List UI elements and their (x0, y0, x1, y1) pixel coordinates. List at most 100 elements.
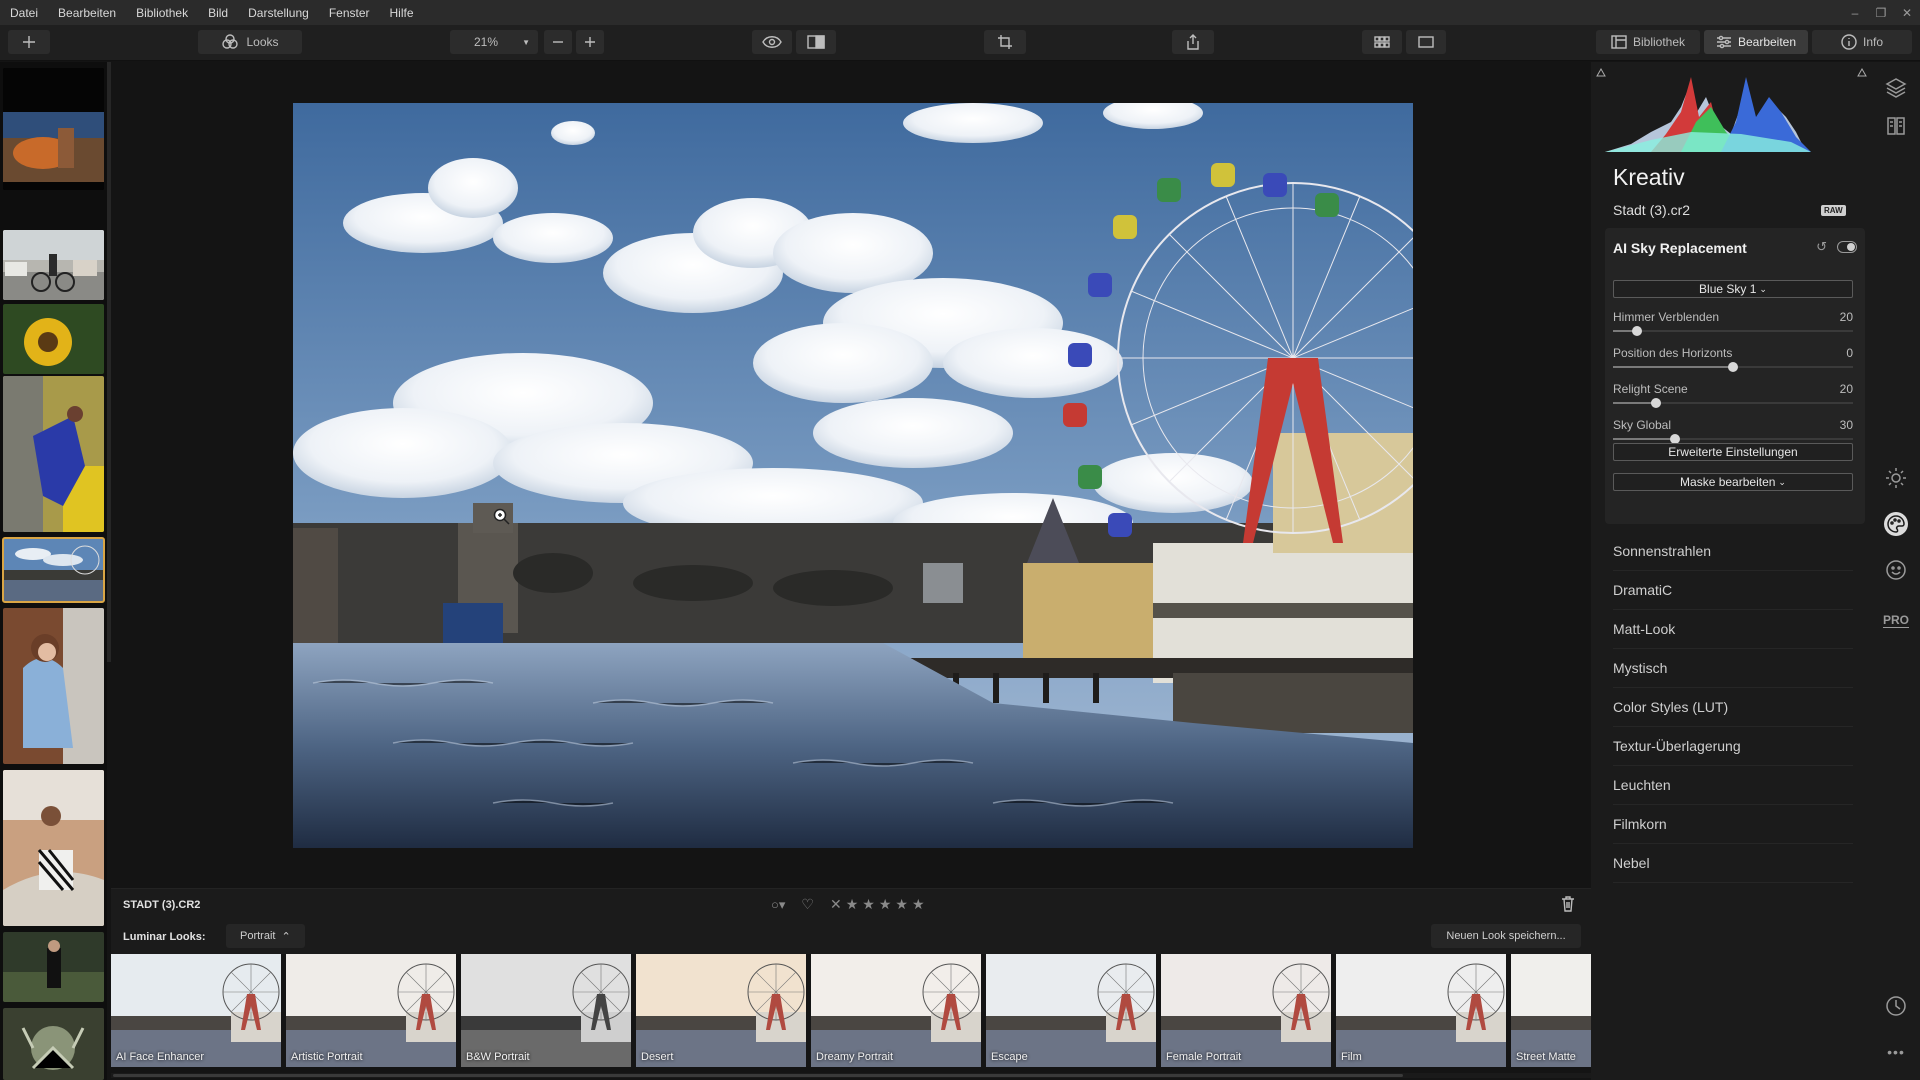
filmstrip-thumb[interactable] (3, 304, 104, 374)
look-preset-7[interactable]: Film (1336, 954, 1506, 1067)
look-preset-5[interactable]: Escape (986, 954, 1156, 1067)
zoom-in-button[interactable] (576, 30, 604, 54)
slider-0[interactable]: Himmer Verblenden 20 (1613, 310, 1853, 340)
sky-tool-header[interactable]: AI Sky Replacement (1613, 240, 1747, 256)
pro-tools-icon[interactable]: PRO (1883, 608, 1910, 632)
compare-button[interactable] (796, 30, 836, 54)
tab-bibliothek-label: Bibliothek (1632, 35, 1686, 49)
slider-2[interactable]: Relight Scene 20 (1613, 382, 1853, 412)
main-photo[interactable] (293, 103, 1413, 848)
highlight-clip-icon (1857, 67, 1867, 77)
canvas-tools-icon[interactable] (1884, 114, 1908, 138)
favorite-heart-icon[interactable]: ♡ (801, 896, 814, 913)
tab-info[interactable]: Info (1812, 30, 1912, 54)
tab-bibliothek[interactable]: Bibliothek (1596, 30, 1700, 54)
looks-button[interactable]: Looks (198, 30, 302, 54)
slider-value: 20 (1839, 382, 1853, 396)
essentials-sun-icon[interactable] (1884, 466, 1908, 490)
sky-selection-dropdown[interactable]: Blue Sky 1 ⌄ (1613, 280, 1853, 298)
pro-label: PRO (1883, 612, 1910, 628)
advanced-settings-button[interactable]: Erweiterte Einstellungen (1613, 443, 1853, 461)
zoom-out-button[interactable] (544, 30, 572, 54)
edit-mask-button[interactable]: Maske bearbeiten ⌄ (1613, 473, 1853, 491)
tool-category-item[interactable]: Textur-Überlagerung (1613, 727, 1853, 766)
look-preset-4[interactable]: Dreamy Portrait (811, 954, 981, 1067)
portrait-face-icon[interactable] (1884, 558, 1908, 582)
menu-hilfe[interactable]: Hilfe (380, 6, 424, 20)
tool-category-item[interactable]: Sonnenstrahlen (1613, 532, 1853, 571)
more-options-icon[interactable]: ••• (1884, 1040, 1908, 1064)
color-label-icon[interactable]: ○▾ (771, 897, 785, 913)
star-4-icon[interactable]: ★ (895, 896, 908, 913)
filmstrip-thumb[interactable] (3, 68, 104, 190)
filmstrip (0, 62, 107, 1080)
slider-label: Relight Scene (1613, 382, 1688, 396)
filmstrip-thumb[interactable] (3, 1008, 104, 1080)
menu-datei[interactable]: Datei (0, 6, 48, 20)
edit-panel: Kreativ Stadt (3).cr2 RAW AI Sky Replace… (1591, 62, 1872, 1080)
slider-handle[interactable] (1632, 326, 1642, 336)
menu-bild[interactable]: Bild (198, 6, 238, 20)
undo-icon[interactable]: ↺ (1816, 239, 1827, 255)
menu-bearbeiten[interactable]: Bearbeiten (48, 6, 126, 20)
restore-icon[interactable]: ❐ (1868, 6, 1894, 20)
trash-icon[interactable] (1561, 896, 1575, 917)
look-preset-name: Film (1341, 1051, 1362, 1063)
filmstrip-thumb[interactable] (3, 376, 104, 532)
slider-handle[interactable] (1651, 398, 1662, 408)
tool-category-item[interactable]: Matt-Look (1613, 610, 1853, 649)
look-preset-3[interactable]: Desert (636, 954, 806, 1067)
tool-category-item[interactable]: DramatiC (1613, 571, 1853, 610)
zoom-select[interactable]: 21% ▼ (450, 30, 538, 54)
filmstrip-thumb[interactable] (3, 770, 104, 926)
menu-bar: Datei Bearbeiten Bibliothek Bild Darstel… (0, 0, 1920, 25)
sky-tool-actions: ↺ (1816, 239, 1857, 255)
star-3-icon[interactable]: ★ (879, 896, 892, 913)
look-preset-0[interactable]: AI Face Enhancer (111, 954, 281, 1067)
look-preset-2[interactable]: B&W Portrait (461, 954, 631, 1067)
slider-handle[interactable] (1728, 362, 1738, 372)
filmstrip-thumb[interactable] (3, 230, 104, 300)
grid-view-button[interactable] (1362, 30, 1402, 54)
looks-category-select[interactable]: Portrait ⌃ (226, 924, 305, 948)
creative-palette-icon[interactable] (1884, 512, 1908, 536)
share-button[interactable] (1172, 30, 1214, 54)
tool-category-item[interactable]: Nebel (1613, 844, 1853, 883)
save-look-button[interactable]: Neuen Look speichern... (1431, 924, 1581, 948)
layers-icon[interactable] (1884, 76, 1908, 100)
slider-track[interactable] (1613, 330, 1853, 332)
split-view-icon (807, 35, 825, 49)
tool-category-item[interactable]: Color Styles (LUT) (1613, 688, 1853, 727)
thumb-image (3, 538, 104, 602)
preview-toggle-button[interactable] (752, 30, 792, 54)
history-clock-icon[interactable] (1884, 994, 1908, 1018)
star-5-icon[interactable]: ★ (912, 896, 925, 913)
slider-1[interactable]: Position des Horizonts 0 (1613, 346, 1853, 376)
menu-bibliothek[interactable]: Bibliothek (126, 6, 198, 20)
filmstrip-thumb[interactable] (3, 608, 104, 764)
looks-scrollbar[interactable] (111, 1073, 1591, 1078)
look-preset-1[interactable]: Artistic Portrait (286, 954, 456, 1067)
filmstrip-thumb[interactable] (3, 932, 104, 1002)
image-canvas[interactable] (111, 62, 1591, 888)
add-photos-button[interactable] (8, 30, 50, 54)
close-icon[interactable]: ✕ (1894, 6, 1920, 20)
visibility-toggle-icon[interactable] (1837, 241, 1857, 253)
tool-category-item[interactable]: Filmkorn (1613, 805, 1853, 844)
star-1-icon[interactable]: ★ (846, 896, 859, 913)
tab-bearbeiten[interactable]: Bearbeiten (1704, 30, 1808, 54)
menu-fenster[interactable]: Fenster (319, 6, 380, 20)
reject-icon[interactable]: ✕ (830, 896, 842, 913)
looks-label: Luminar Looks: (123, 931, 206, 943)
menu-darstellung[interactable]: Darstellung (238, 6, 319, 20)
tool-category-item[interactable]: Leuchten (1613, 766, 1853, 805)
edit-mask-label: Maske bearbeiten (1680, 475, 1776, 489)
crop-button[interactable] (984, 30, 1026, 54)
tool-category-item[interactable]: Mystisch (1613, 649, 1853, 688)
filmstrip-thumb-selected[interactable] (2, 537, 105, 603)
single-view-button[interactable] (1406, 30, 1446, 54)
star-2-icon[interactable]: ★ (862, 896, 875, 913)
look-preset-6[interactable]: Female Portrait (1161, 954, 1331, 1067)
thumb-image (3, 376, 104, 532)
minimize-icon[interactable]: – (1842, 6, 1868, 20)
